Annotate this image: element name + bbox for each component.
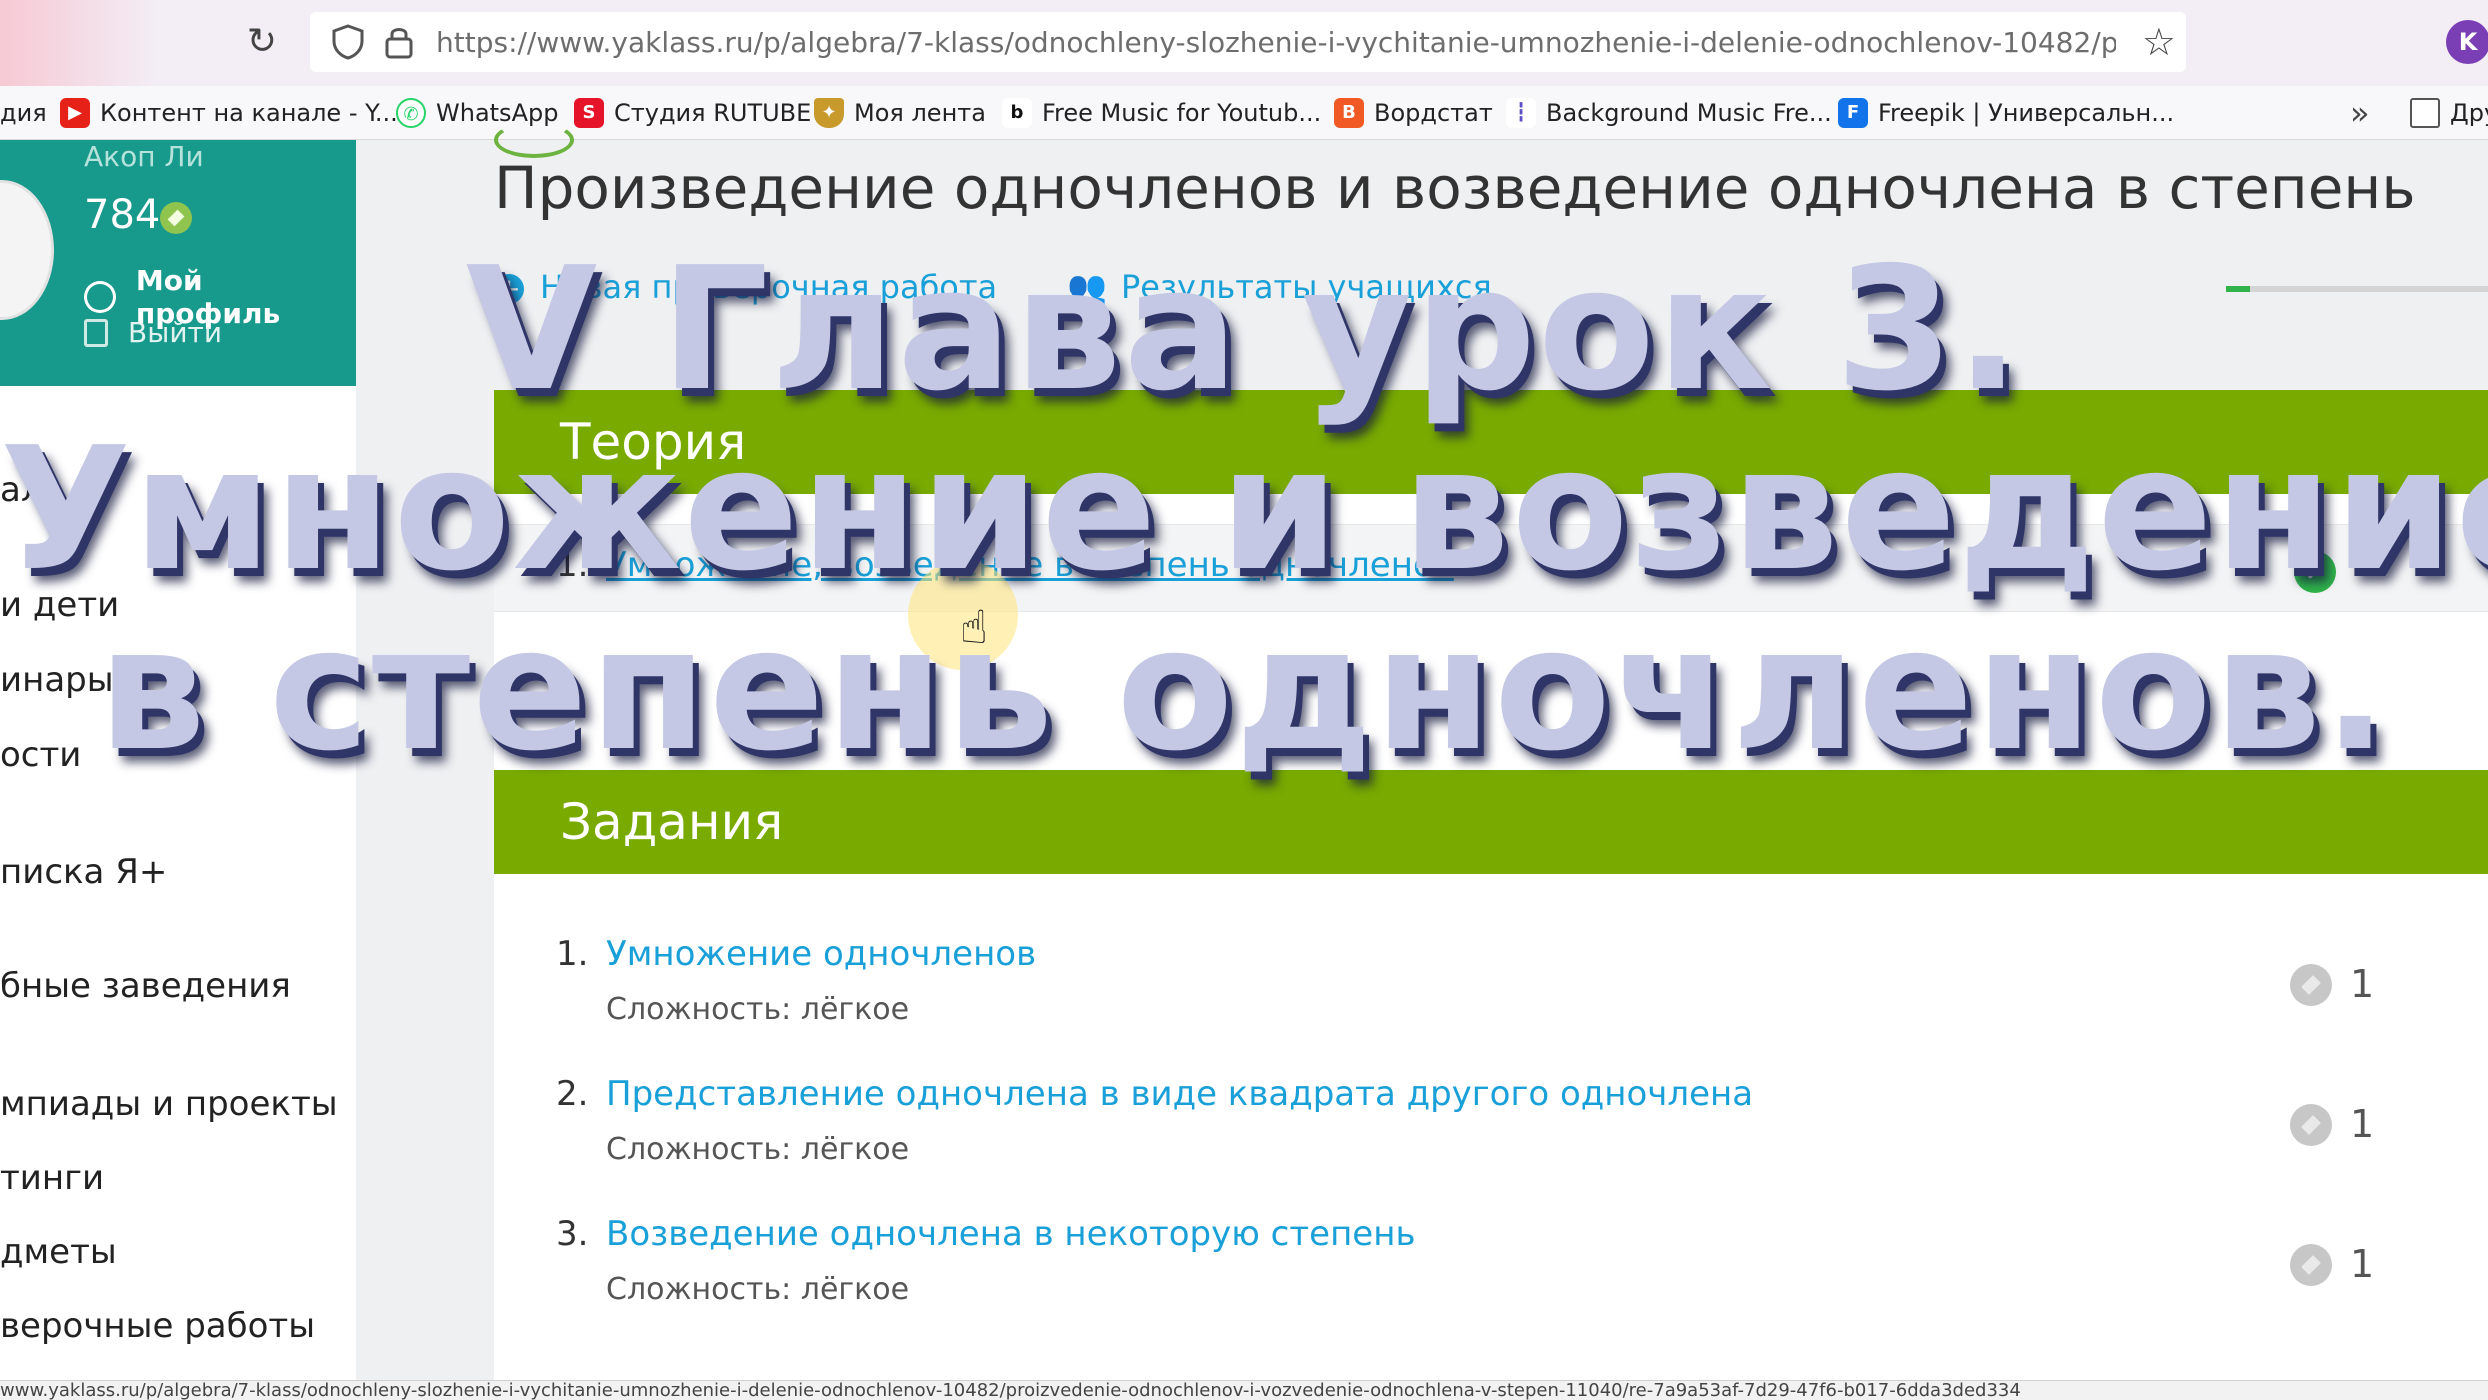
logo-fragment	[494, 122, 574, 158]
shield-badge-icon: ✦	[814, 98, 844, 128]
whatsapp-icon: ✆	[396, 98, 426, 128]
sidebar-item[interactable]: бные заведения	[0, 966, 291, 1006]
difficulty-label: Сложность: лёгкое	[606, 992, 910, 1027]
bookmark-folder[interactable]: Дру	[2410, 96, 2488, 130]
address-bar[interactable]: https://www.yaklass.ru/p/algebra/7-klass…	[310, 12, 2186, 72]
browser-toolbar: ↻ https://www.yaklass.ru/p/algebra/7-kla…	[0, 0, 2488, 86]
gem-icon	[2290, 1104, 2332, 1146]
wordstat-icon: B	[1334, 98, 1364, 128]
task-item: 3. Возведение одночлена в некоторую степ…	[494, 1214, 2488, 1344]
sidebar-item[interactable]: верочные работы	[0, 1306, 315, 1346]
gem-icon	[160, 202, 192, 234]
task-points: 1	[2350, 962, 2375, 1006]
equalizer-icon: ┇	[1506, 98, 1536, 128]
difficulty-label: Сложность: лёгкое	[606, 1132, 910, 1167]
logout-link[interactable]: Выйти	[84, 316, 222, 349]
bookmark-item[interactable]: ▶ Контент на канале - Y...	[60, 96, 398, 130]
tab-strip-fragment	[0, 0, 160, 86]
sidebar-item[interactable]: инары	[0, 660, 114, 700]
sidebar-item[interactable]: и дети	[0, 585, 119, 625]
bookmark-item[interactable]: ┇ Background Music Fre...	[1506, 96, 1832, 130]
gem-icon	[2290, 964, 2332, 1006]
hand-pointer-icon: ☝	[960, 600, 989, 654]
folder-icon	[2410, 98, 2440, 128]
task-points: 1	[2350, 1102, 2375, 1146]
bookmark-item[interactable]: F Freepik | Универсальн...	[1838, 96, 2174, 130]
theory-heading: Теория	[494, 390, 2488, 494]
sidebar-item[interactable]: ости	[0, 735, 81, 775]
account-avatar[interactable]: K	[2446, 20, 2488, 64]
bookmark-item[interactable]: дия	[0, 96, 47, 130]
bookmark-item[interactable]: ✦ Моя лента	[814, 96, 986, 130]
theory-item[interactable]: 1. Умножение, возведение в степень одноч…	[494, 524, 2488, 612]
shield-icon[interactable]	[332, 24, 364, 60]
item-number: 2.	[556, 1074, 589, 1114]
users-icon: 👥	[1067, 268, 1107, 306]
reload-icon[interactable]: ↻	[240, 20, 284, 64]
points-value: 784	[84, 192, 161, 238]
status-bar: www.yaklass.ru/p/algebra/7-klass/odnochl…	[0, 1380, 2488, 1400]
bookmark-item[interactable]: S Студия RUTUBE	[574, 96, 811, 130]
sidebar-item[interactable]: ало	[0, 470, 63, 510]
theory-link[interactable]: Умножение, возведение в степень одночлен…	[606, 545, 1454, 585]
checkmark-icon: ✓	[2294, 551, 2336, 593]
task-item: 1. Умножение одночленов Сложность: лёгко…	[494, 934, 2488, 1064]
url-text[interactable]: https://www.yaklass.ru/p/algebra/7-klass…	[436, 26, 2116, 59]
progress-bar	[2226, 286, 2488, 292]
status-url: www.yaklass.ru/p/algebra/7-klass/odnochl…	[0, 1380, 2021, 1400]
tasks-heading: Задания	[494, 770, 2488, 874]
plus-circle-icon: +	[494, 274, 524, 304]
main-content: Произведение одночленов и возведение одн…	[356, 122, 2488, 1380]
task-item: 2. Представление одночлена в виде квадра…	[494, 1074, 2488, 1204]
sidebar-item[interactable]: дметы	[0, 1232, 117, 1272]
task-points: 1	[2350, 1242, 2375, 1286]
freepik-icon: F	[1838, 98, 1868, 128]
b-icon: b	[1002, 98, 1032, 128]
lock-icon[interactable]	[384, 24, 414, 60]
actions-bar: + Новая проверочная работа 👥 Результаты уч…	[494, 268, 1492, 306]
avatar[interactable]	[0, 180, 54, 320]
profile-card: Акоп Ли 784 Мой профиль Выйти	[0, 140, 356, 386]
sidebar-item[interactable]: писка Я+	[0, 852, 167, 892]
youtube-icon: ▶	[60, 98, 90, 128]
bookmark-star-icon[interactable]: ☆	[2142, 20, 2176, 64]
profile-name: Акоп Ли	[84, 140, 204, 173]
item-number: 1.	[556, 545, 589, 585]
difficulty-label: Сложность: лёгкое	[606, 1272, 910, 1307]
task-link[interactable]: Умножение одночленов	[606, 934, 1036, 974]
student-results-link[interactable]: 👥 Результаты учащихся	[1067, 268, 1492, 306]
item-number: 1.	[556, 934, 589, 974]
sidebar-item[interactable]: тинги	[0, 1158, 104, 1198]
tasks-panel: Задания 1. Умножение одночленов Сложност…	[494, 770, 2488, 1380]
chevron-double-right-icon[interactable]: »	[2350, 94, 2370, 132]
bookmark-item[interactable]: B Вордстат	[1334, 96, 1493, 130]
bookmarks-bar: дия ▶ Контент на канале - Y... ✆ WhatsApp …	[0, 86, 2488, 140]
sidebar-item[interactable]: мпиады и проекты	[0, 1084, 338, 1124]
user-circle-icon	[84, 281, 116, 313]
rutube-icon: S	[574, 98, 604, 128]
task-link[interactable]: Возведение одночлена в некоторую степень	[606, 1214, 1416, 1254]
bookmark-item[interactable]: b Free Music for Youtub...	[1002, 96, 1321, 130]
logout-icon	[84, 318, 108, 347]
item-number: 3.	[556, 1214, 589, 1254]
page-title: Произведение одночленов и возведение одн…	[494, 154, 2416, 222]
new-test-link[interactable]: + Новая проверочная работа	[494, 268, 997, 306]
gem-icon	[2290, 1244, 2332, 1286]
sidebar: Акоп Ли 784 Мой профиль Выйти ало и дети…	[0, 140, 356, 1380]
task-link[interactable]: Представление одночлена в виде квадрата …	[606, 1074, 1753, 1114]
